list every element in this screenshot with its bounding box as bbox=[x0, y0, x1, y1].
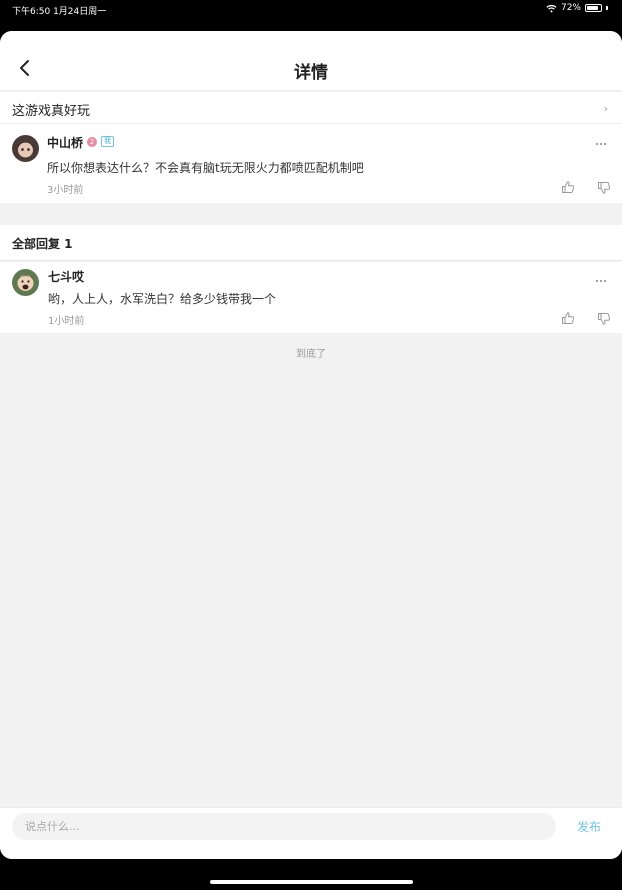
avatar[interactable] bbox=[12, 269, 39, 296]
thumbs-up-icon[interactable] bbox=[561, 180, 575, 194]
publish-button[interactable]: 发布 bbox=[577, 818, 601, 835]
page-title: 详情 bbox=[294, 63, 328, 83]
status-bar: 下午6:50 1月24日周一 72% bbox=[0, 0, 622, 28]
more-options-icon[interactable] bbox=[595, 142, 607, 146]
reply-content: 哟，人上人，水军洗白？给多少钱带我一个 bbox=[48, 292, 277, 306]
replies-count-title: 全部回复 1 bbox=[12, 237, 73, 251]
avatar[interactable] bbox=[12, 135, 39, 162]
home-indicator[interactable] bbox=[210, 880, 413, 884]
replies-header: 全部回复 1 bbox=[0, 225, 622, 261]
comment-input[interactable] bbox=[12, 813, 556, 840]
me-badge: 我 bbox=[101, 136, 114, 147]
thumbs-down-icon[interactable] bbox=[597, 312, 611, 326]
reply-author[interactable]: 七斗哎 bbox=[48, 268, 84, 285]
more-options-icon[interactable] bbox=[595, 279, 607, 283]
detail-sheet: 详情 这游戏真好玩 › 中山桥 2 我 所以你想表达什么？不会真有脑t玩无限火力… bbox=[0, 31, 622, 859]
thumbs-down-icon[interactable] bbox=[597, 181, 611, 195]
main-post: 中山桥 2 我 所以你想表达什么？不会真有脑t玩无限火力都喷匹配机制吧 3小时前 bbox=[0, 124, 622, 203]
post-time: 3小时前 bbox=[47, 185, 84, 196]
status-time-date: 下午6:50 1月24日周一 bbox=[12, 7, 107, 17]
topic-row[interactable]: 这游戏真好玩 › bbox=[0, 91, 622, 124]
battery-icon bbox=[585, 4, 602, 12]
reply-item: 七斗哎 哟，人上人，水军洗白？给多少钱带我一个 1小时前 bbox=[0, 262, 622, 333]
post-author[interactable]: 中山桥 bbox=[47, 134, 83, 151]
comment-bar: 发布 bbox=[0, 807, 622, 859]
post-content: 所以你想表达什么？不会真有脑t玩无限火力都喷匹配机制吧 bbox=[47, 161, 364, 175]
level-badge: 2 bbox=[87, 137, 97, 147]
wifi-icon bbox=[546, 4, 557, 12]
reply-time: 1小时前 bbox=[48, 316, 85, 327]
chevron-right-icon: › bbox=[603, 102, 608, 115]
topic-title: 这游戏真好玩 bbox=[12, 104, 91, 119]
status-indicators: 72% bbox=[546, 3, 608, 13]
nav-bar: 详情 bbox=[0, 31, 622, 90]
thumbs-up-icon[interactable] bbox=[561, 311, 575, 325]
battery-fill bbox=[587, 6, 598, 10]
battery-cap bbox=[606, 6, 608, 10]
end-of-list-text: 到底了 bbox=[296, 349, 326, 360]
battery-percent: 72% bbox=[560, 3, 581, 13]
